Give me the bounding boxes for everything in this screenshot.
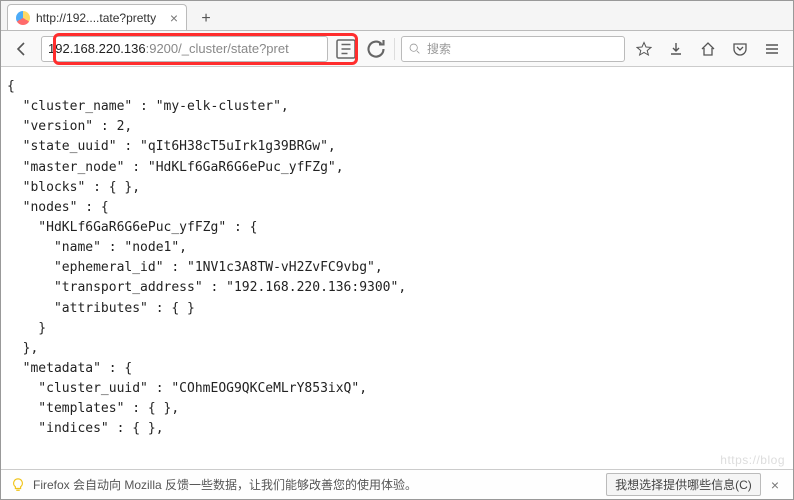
search-placeholder: 搜索 [427,40,451,57]
toolbar: 192.168.220.136:9200/_cluster/state?pret… [1,31,793,67]
back-button[interactable] [9,36,35,62]
downloads-button[interactable] [663,36,689,62]
toolbar-divider [394,38,395,60]
url-input[interactable]: 192.168.220.136:9200/_cluster/state?pret [41,36,328,62]
elasticsearch-favicon [16,11,30,25]
home-icon [700,41,716,57]
reader-mode-button[interactable] [334,37,358,61]
hamburger-icon [764,41,780,57]
search-icon [408,42,421,55]
bookmark-button[interactable] [631,36,657,62]
browser-tab[interactable]: http://192....tate?pretty × [7,4,187,30]
arrow-left-icon [14,41,30,57]
notification-bar: Firefox 会自动向 Mozilla 反馈一些数据，让我们能够改善您的使用体… [1,469,793,499]
url-host: 192.168.220.136 [48,41,146,56]
watermark-text: https://blog [720,453,785,467]
lightbulb-icon [11,478,25,492]
url-path: :9200/_cluster/state?pret [146,41,289,56]
reload-icon [364,37,388,61]
reload-button[interactable] [364,37,388,61]
tab-title: http://192....tate?pretty [36,11,164,25]
book-icon [334,37,358,61]
pocket-icon [732,41,748,57]
menu-button[interactable] [759,36,785,62]
close-icon[interactable]: × [767,477,783,493]
tab-bar: http://192....tate?pretty × + [1,1,793,31]
page-content[interactable]: { "cluster_name" : "my-elk-cluster", "ve… [1,67,793,471]
new-tab-button[interactable]: + [193,8,219,30]
choose-info-button[interactable]: 我想选择提供哪些信息(C) [606,473,761,496]
close-icon[interactable]: × [170,10,178,26]
star-icon [636,41,652,57]
home-button[interactable] [695,36,721,62]
search-input[interactable]: 搜索 [401,36,625,62]
notification-message: Firefox 会自动向 Mozilla 反馈一些数据，让我们能够改善您的使用体… [33,476,417,493]
pocket-button[interactable] [727,36,753,62]
download-icon [668,41,684,57]
